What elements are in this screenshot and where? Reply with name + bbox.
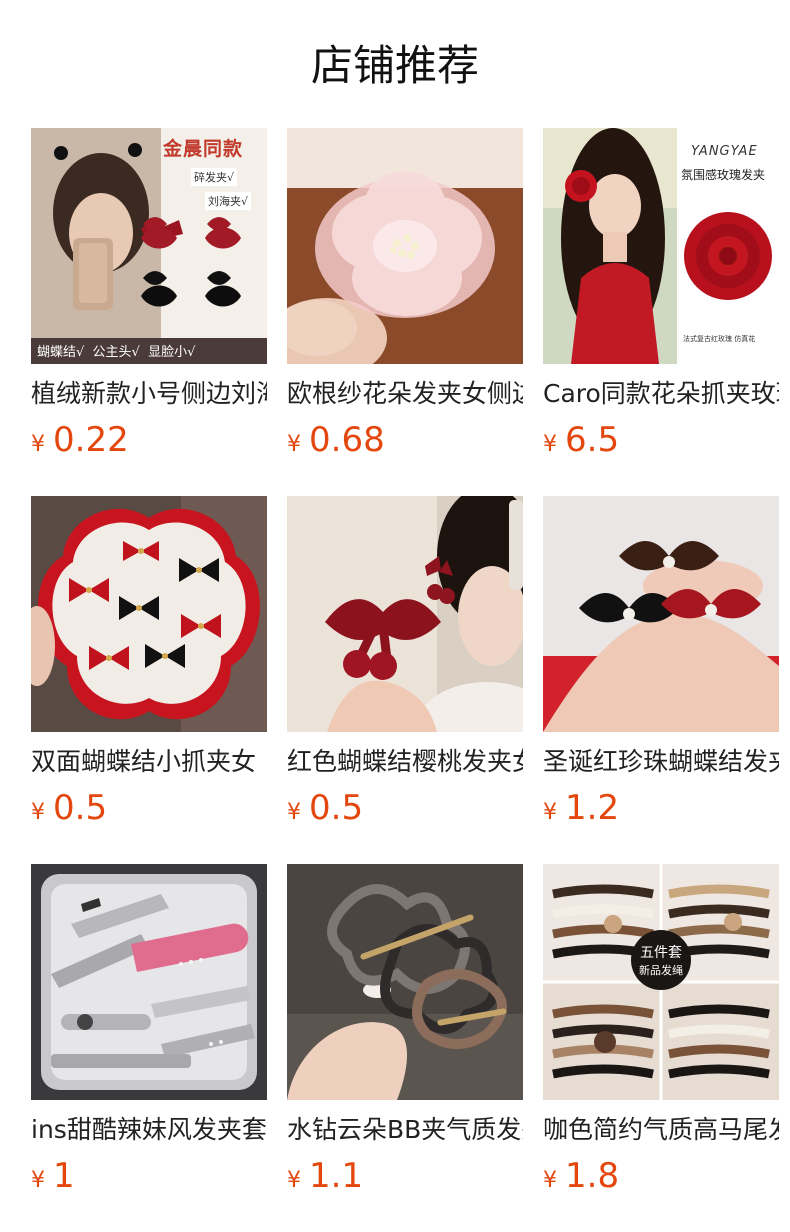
product-price: ¥0.5	[31, 786, 267, 830]
product-grid: 金晨同款 碎发夹√ 刘海夹√ 蝴蝶结√ 公主头√ 显脸小√ 植绒新款小号侧边刘海…	[31, 128, 781, 1232]
price-value: 1	[53, 1156, 75, 1196]
bow-claw-clips-photo-art	[31, 496, 267, 732]
product-card[interactable]: 欧根纱花朵发夹女侧边 ¥0.68	[287, 128, 523, 496]
product-name[interactable]: 植绒新款小号侧边刘海	[31, 376, 267, 412]
image-caption: 法式复古红玫瑰 仿真花	[683, 335, 756, 343]
hair-clip-photo[interactable]: 金晨同款 碎发夹√ 刘海夹√ 蝴蝶结√ 公主头√ 显脸小√	[31, 128, 267, 364]
product-price: ¥1	[31, 1154, 267, 1198]
currency-symbol: ¥	[287, 800, 301, 825]
product-price: ¥0.22	[31, 418, 267, 462]
price-value: 0.5	[53, 788, 108, 828]
currency-symbol: ¥	[287, 432, 301, 457]
hair-ties-photo-art	[543, 864, 779, 1100]
product-price: ¥0.5	[287, 786, 523, 830]
product-name[interactable]: 欧根纱花朵发夹女侧边	[287, 376, 523, 412]
product-card[interactable]: ins甜酷辣妹风发夹套装 ¥1	[31, 864, 267, 1232]
image-brand: YANGYAE	[691, 144, 758, 159]
product-card[interactable]: 双面蝴蝶结小抓夹女 ¥0.5	[31, 496, 267, 864]
rhinestone-cloud-clip-photo[interactable]	[287, 864, 523, 1100]
price-value: 0.22	[53, 420, 129, 460]
price-value: 1.2	[565, 788, 620, 828]
pink-organza-flower-photo-art	[287, 128, 523, 364]
product-name[interactable]: 水钻云朵BB夹气质发夹	[287, 1112, 523, 1148]
product-price: ¥6.5	[543, 418, 779, 462]
product-name[interactable]: ins甜酷辣妹风发夹套装	[31, 1112, 267, 1148]
product-name[interactable]: Caro同款花朵抓夹玫瑰	[543, 376, 779, 412]
product-name[interactable]: 双面蝴蝶结小抓夹女	[31, 744, 267, 780]
image-tag: 碎发夹√	[191, 168, 238, 186]
red-rose-clip-photo[interactable]: YANGYAE 氛围感玫瑰发夹 法式复古红玫瑰 仿真花	[543, 128, 779, 364]
bow-claw-clips-photo[interactable]	[31, 496, 267, 732]
currency-symbol: ¥	[543, 1168, 557, 1193]
currency-symbol: ¥	[31, 1168, 45, 1193]
image-headline: 金晨同款	[163, 138, 244, 160]
product-card[interactable]: 金晨同款 碎发夹√ 刘海夹√ 蝴蝶结√ 公主头√ 显脸小√ 植绒新款小号侧边刘海…	[31, 128, 267, 496]
cherry-bow-clip-photo[interactable]	[287, 496, 523, 732]
product-card[interactable]: 五件套 新品发绳 咖色简约气质高马尾发绳 ¥1.8	[543, 864, 779, 1232]
product-price: ¥1.1	[287, 1154, 523, 1198]
product-card[interactable]: YANGYAE 氛围感玫瑰发夹 法式复古红玫瑰 仿真花 Caro同款花朵抓夹玫瑰…	[543, 128, 779, 496]
price-value: 1.8	[565, 1156, 620, 1196]
currency-symbol: ¥	[543, 800, 557, 825]
pearl-bow-clips-photo[interactable]	[543, 496, 779, 732]
currency-symbol: ¥	[287, 1168, 301, 1193]
price-value: 1.1	[309, 1156, 364, 1196]
image-banner: 蝴蝶结√ 公主头√ 显脸小√	[37, 345, 196, 360]
price-value: 0.5	[309, 788, 364, 828]
price-value: 0.68	[309, 420, 385, 460]
image-headline: 氛围感玫瑰发夹	[681, 168, 766, 182]
product-card[interactable]: 红色蝴蝶结樱桃发夹女 ¥0.5	[287, 496, 523, 864]
image-badge-line1: 五件套	[640, 945, 682, 961]
hair-clip-photo-art	[31, 128, 267, 364]
product-name[interactable]: 咖色简约气质高马尾发绳	[543, 1112, 779, 1148]
rhinestone-cloud-clip-photo-art	[287, 864, 523, 1100]
currency-symbol: ¥	[31, 800, 45, 825]
red-rose-clip-photo-art	[543, 128, 779, 364]
product-price: ¥0.68	[287, 418, 523, 462]
pink-organza-flower-photo[interactable]	[287, 128, 523, 364]
cherry-bow-clip-photo-art	[287, 496, 523, 732]
hair-ties-photo[interactable]: 五件套 新品发绳	[543, 864, 779, 1100]
product-card[interactable]: 圣诞红珍珠蝴蝶结发夹 ¥1.2	[543, 496, 779, 864]
image-tag: 刘海夹√	[205, 192, 252, 210]
page-title: 店铺推荐	[310, 41, 479, 90]
price-value: 6.5	[565, 420, 620, 460]
metal-hairpins-photo[interactable]	[31, 864, 267, 1100]
product-price: ¥1.2	[543, 786, 779, 830]
pearl-bow-clips-photo-art	[543, 496, 779, 732]
product-name[interactable]: 红色蝴蝶结樱桃发夹女	[287, 744, 523, 780]
metal-hairpins-photo-art	[31, 864, 267, 1100]
currency-symbol: ¥	[543, 432, 557, 457]
image-badge-line2: 新品发绳	[639, 964, 683, 977]
product-name[interactable]: 圣诞红珍珠蝴蝶结发夹	[543, 744, 779, 780]
product-price: ¥1.8	[543, 1154, 779, 1198]
product-card[interactable]: 水钻云朵BB夹气质发夹 ¥1.1	[287, 864, 523, 1232]
currency-symbol: ¥	[31, 432, 45, 457]
